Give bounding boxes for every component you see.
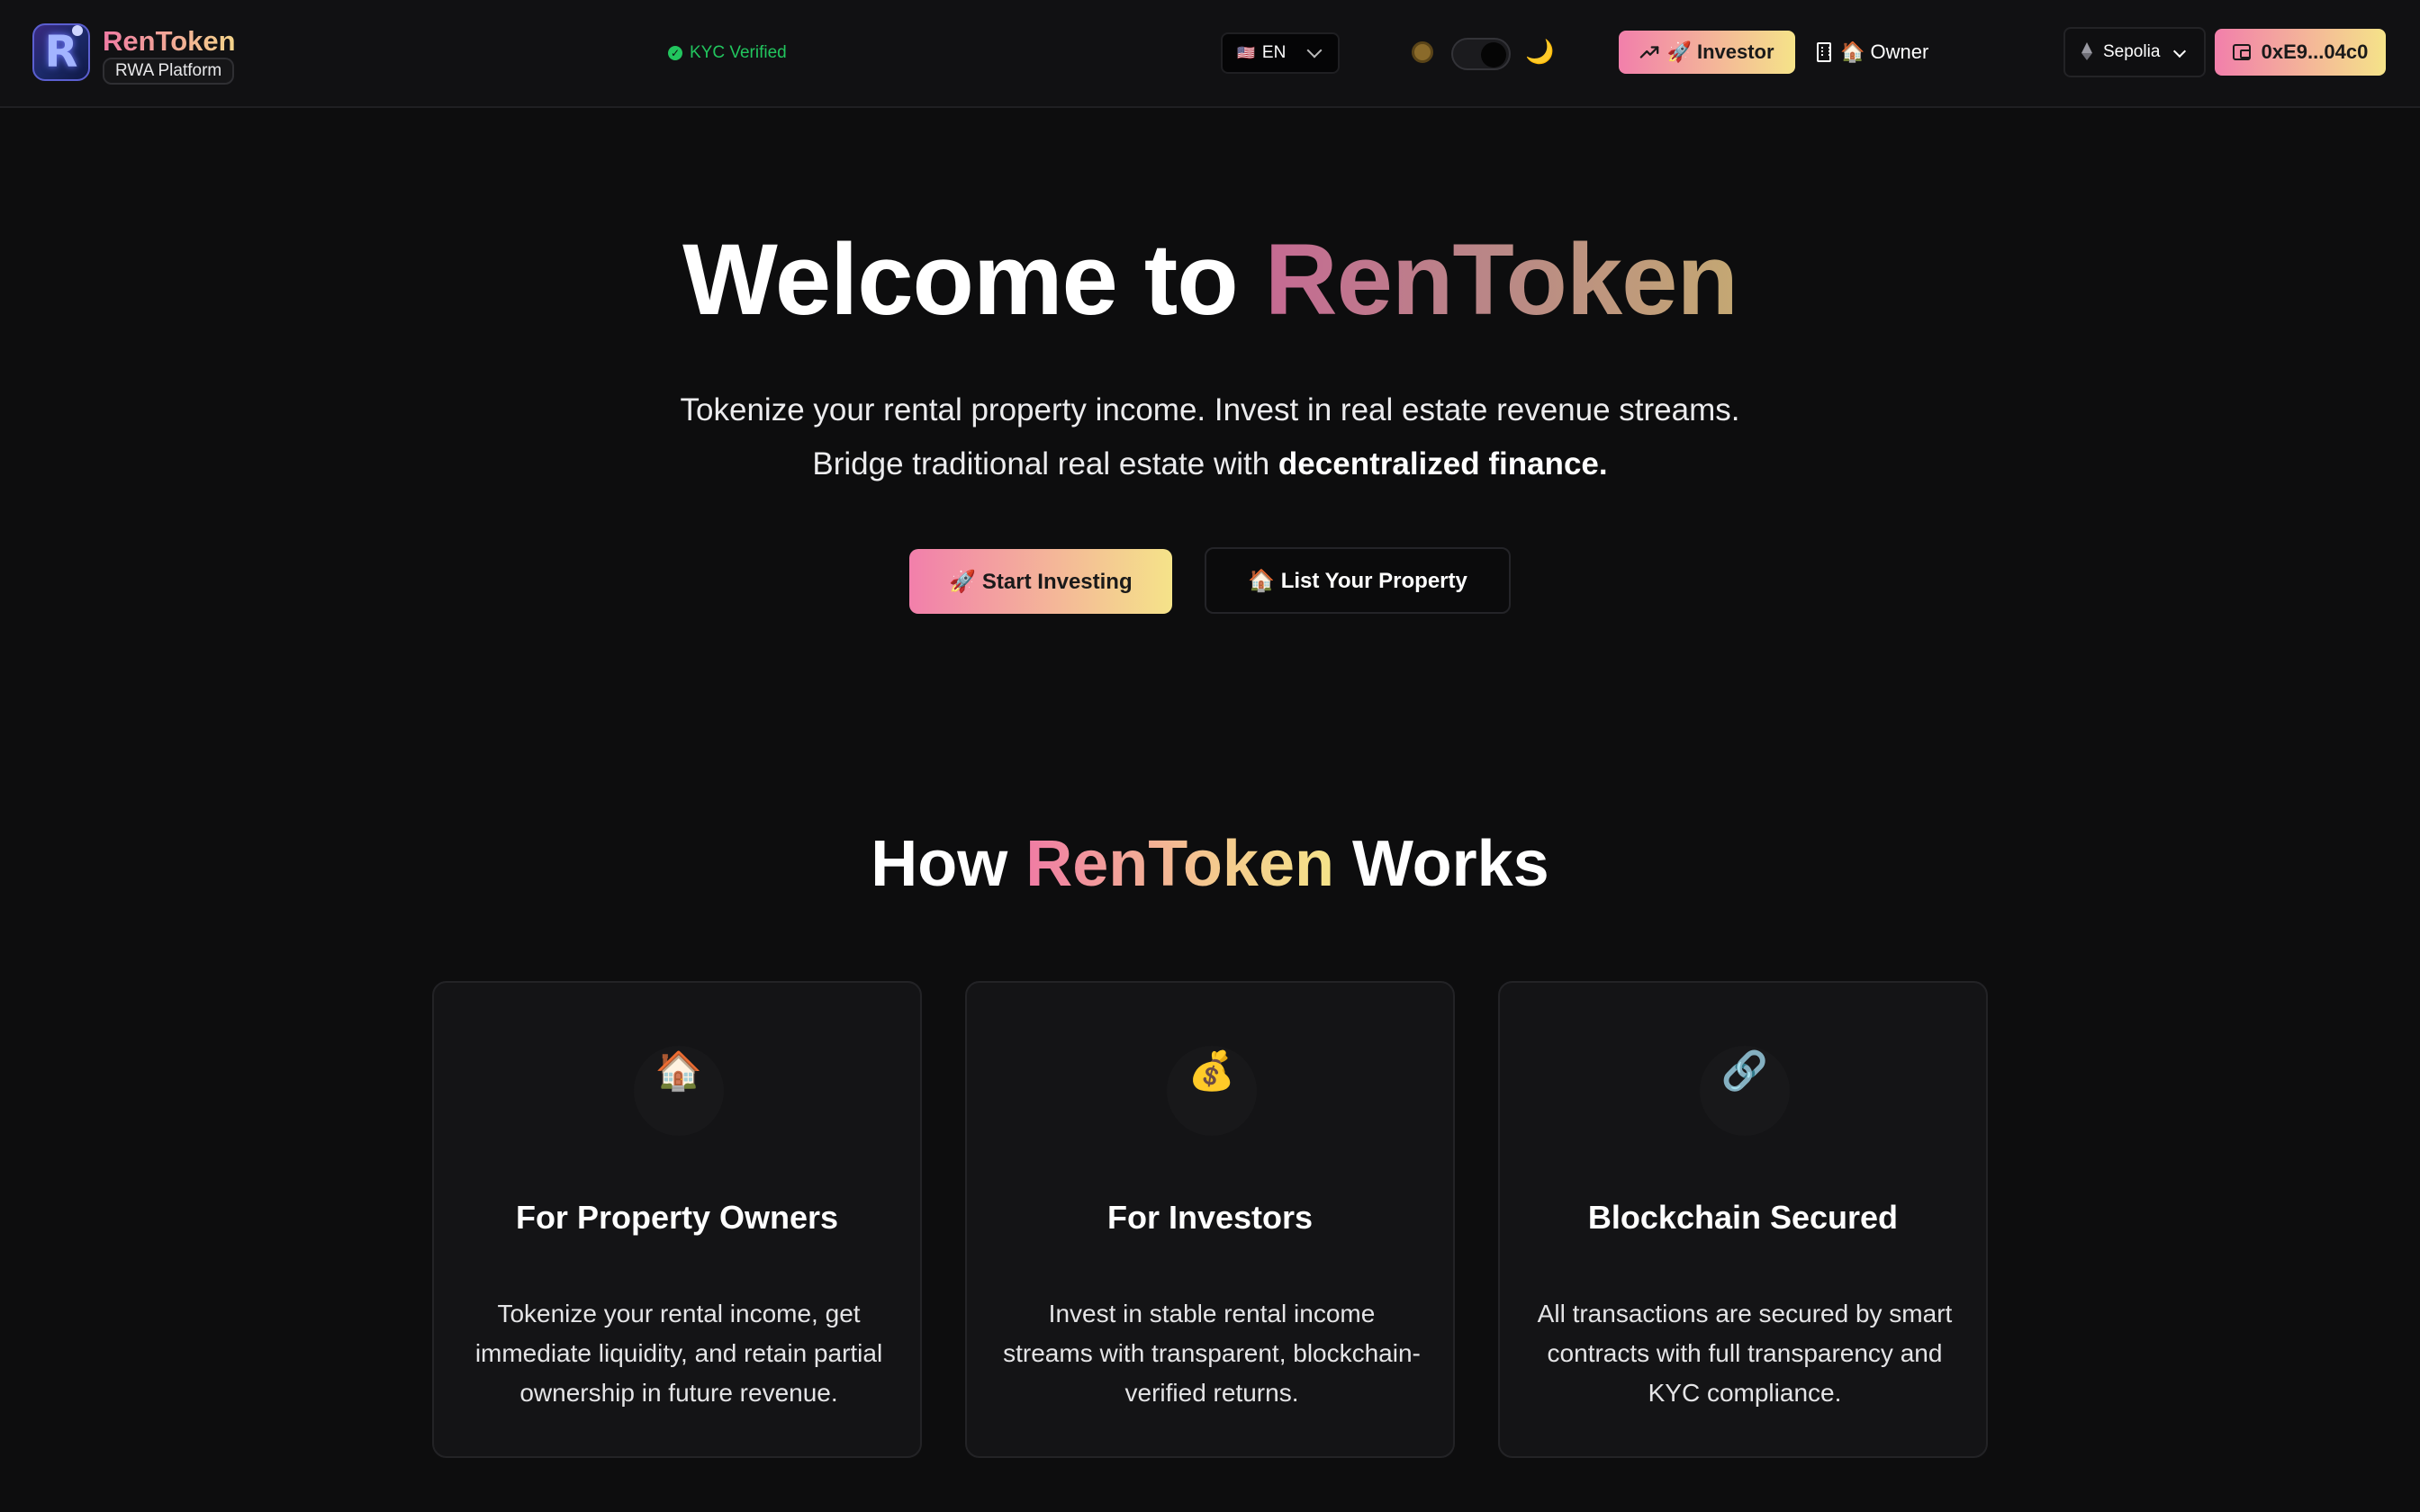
network-selector[interactable]: Sepolia xyxy=(2063,27,2206,77)
brand-name[interactable]: RenToken xyxy=(103,25,236,58)
feature-card-investors: 💰 For Investors Invest in stable rental … xyxy=(965,981,1455,1458)
hero-subtitle-line2-bold: decentralized finance. xyxy=(1278,446,1608,482)
chevron-down-icon xyxy=(1306,42,1323,58)
card-title: For Investors xyxy=(1106,1199,1314,1236)
theme-toggle[interactable] xyxy=(1451,38,1511,70)
list-property-button[interactable]: 🏠 List Your Property xyxy=(1205,547,1511,614)
check-circle-icon: ✓ xyxy=(668,46,682,60)
wallet-icon xyxy=(2232,44,2251,60)
network-name: Sepolia xyxy=(2103,42,2161,61)
kyc-status-label: KYC Verified xyxy=(690,43,787,62)
hero-subtitle-line2: Bridge traditional real estate with dece… xyxy=(0,437,2420,491)
owner-role-label: 🏠 Owner xyxy=(1840,40,1929,63)
logo-sparkle-icon xyxy=(72,25,83,36)
link-icon: 🔗 xyxy=(1700,1046,1790,1136)
hero-subtitle-line2-plain: Bridge traditional real estate with xyxy=(812,446,1270,482)
investor-role-label: 🚀 Investor xyxy=(1666,40,1774,63)
brand-badge: RWA Platform xyxy=(103,58,235,85)
theme-toggle-knob xyxy=(1481,42,1506,68)
sun-icon xyxy=(1412,41,1433,63)
trending-up-icon xyxy=(1640,46,1659,58)
language-selector[interactable]: 🇺🇸 EN xyxy=(1221,32,1340,74)
investor-role-button[interactable]: 🚀 Investor xyxy=(1619,31,1795,74)
us-flag-icon: 🇺🇸 xyxy=(1237,46,1255,61)
money-bag-icon: 💰 xyxy=(1167,1046,1257,1136)
how-title-suffix: Works xyxy=(1351,828,1549,900)
start-investing-button[interactable]: 🚀 Start Investing xyxy=(909,549,1172,614)
how-title-accent: RenToken xyxy=(1025,828,1334,900)
hero-subtitle: Tokenize your rental property income. In… xyxy=(0,383,2420,491)
card-description: All transactions are secured by smart co… xyxy=(1537,1300,1953,1407)
owner-role-button[interactable]: 🏠 Owner xyxy=(1817,31,1928,74)
logo-letter: R xyxy=(44,27,78,77)
kyc-status: ✓ KYC Verified xyxy=(668,41,787,65)
card-title: For Property Owners xyxy=(515,1199,839,1236)
building-icon xyxy=(1817,42,1831,62)
feature-card-property-owners: 🏠 For Property Owners Tokenize your rent… xyxy=(432,981,922,1458)
feature-card-blockchain-secured: 🔗 Blockchain Secured All transactions ar… xyxy=(1498,981,1988,1458)
how-title-prefix: How xyxy=(871,828,1008,900)
wallet-address: 0xE9...04c0 xyxy=(2261,40,2369,63)
wallet-button[interactable]: 0xE9...04c0 xyxy=(2215,29,2386,76)
card-title: Blockchain Secured xyxy=(1587,1199,1899,1236)
ethereum-icon xyxy=(2080,42,2094,62)
hero-title-prefix: Welcome to xyxy=(682,223,1238,336)
hero-title: Welcome to RenToken xyxy=(0,221,2420,338)
moon-icon: 🌙 xyxy=(1525,38,1555,65)
language-code: EN xyxy=(1261,43,1287,62)
top-navbar: R RenToken RWA Platform ✓ KYC Verified 🇺… xyxy=(0,0,2420,108)
how-it-works-title: How RenToken Works xyxy=(0,821,2420,907)
hero-title-accent: RenToken xyxy=(1264,223,1738,336)
card-description: Invest in stable rental income streams w… xyxy=(1003,1300,1421,1407)
house-icon: 🏠 xyxy=(634,1046,724,1136)
hero-subtitle-line1: Tokenize your rental property income. In… xyxy=(680,392,1740,428)
chevron-down-icon xyxy=(2172,44,2187,58)
card-description: Tokenize your rental income, get immedia… xyxy=(474,1300,883,1407)
